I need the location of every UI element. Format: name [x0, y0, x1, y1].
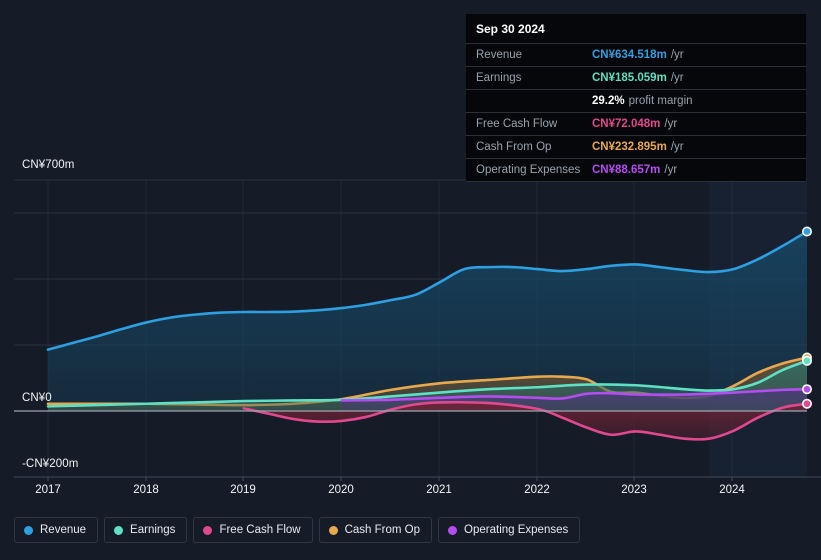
legend-item-label: Operating Expenses	[464, 524, 569, 536]
legend-item-revenue[interactable]: Revenue	[14, 517, 99, 543]
legend-item-label: Revenue	[40, 524, 87, 536]
x-axis-label: 2023	[621, 484, 647, 496]
tooltip-row-value: CN¥634.518m	[592, 49, 667, 61]
legend-item-label: Free Cash Flow	[219, 524, 301, 536]
endpoint-marker-revenue	[803, 228, 811, 235]
x-axis-label: 2021	[426, 484, 452, 496]
tooltip-row-unit: /yr	[664, 164, 678, 176]
legend-item-operating-expenses[interactable]: Operating Expenses	[438, 517, 581, 543]
tooltip-row: 29.2% profit margin	[466, 89, 806, 112]
tooltip-row-label: Earnings	[476, 72, 522, 84]
tooltip-row-unit: profit margin	[628, 95, 693, 107]
legend-item-free-cash-flow[interactable]: Free Cash Flow	[193, 517, 313, 543]
y-axis-label: CN¥0	[22, 392, 52, 404]
legend-color-dot	[328, 525, 338, 535]
data-tooltip: Sep 30 2024 Revenue CN¥634.518m/yr Earning…	[466, 14, 806, 182]
x-axis-label: 2018	[133, 484, 159, 496]
tooltip-row-value: CN¥72.048m	[592, 118, 661, 130]
tooltip-row-unit: /yr	[670, 141, 684, 153]
y-axis-label: CN¥700m	[22, 159, 75, 171]
legend-color-dot	[448, 525, 458, 535]
endpoint-marker-operating-expenses	[803, 385, 811, 393]
legend-color-dot	[24, 525, 33, 535]
tooltip-row-label: Free Cash Flow	[476, 118, 558, 130]
tooltip-row: Revenue CN¥634.518m/yr	[466, 43, 806, 66]
tooltip-row: Operating Expenses CN¥88.657m/yr	[466, 158, 806, 182]
y-axis-label: -CN¥200m	[22, 458, 79, 470]
tooltip-row-value: CN¥185.059m	[592, 72, 667, 84]
tooltip-row-unit: /yr	[664, 118, 678, 130]
x-axis-label: 2024	[719, 484, 745, 496]
endpoint-marker-earnings	[803, 357, 811, 365]
legend-item-cash-from-op[interactable]: Cash From Op	[318, 517, 433, 543]
x-axis-label: 2022	[524, 484, 550, 496]
tooltip-row: Free Cash Flow CN¥72.048m/yr	[466, 112, 806, 135]
financial-performance-chart: CN¥700m CN¥0 -CN¥200m 2017 2018 2019 2020 2021…	[0, 0, 821, 560]
x-axis-label: 2019	[230, 484, 256, 496]
tooltip-row-label: Revenue	[476, 49, 523, 61]
chart-legend[interactable]: Revenue Earnings Free Cash Flow Cash From O…	[14, 517, 581, 543]
tooltip-row: Earnings CN¥185.059m/yr	[466, 66, 806, 89]
tooltip-row-label: Cash From Op	[476, 141, 552, 153]
tooltip-date: Sep 30 2024	[476, 22, 545, 36]
tooltip-row-label: Operating Expenses	[476, 164, 581, 176]
tooltip-row-value: 29.2%	[592, 95, 625, 107]
legend-item-label: Earnings	[130, 524, 176, 536]
x-axis-label: 2020	[328, 484, 354, 496]
x-axis-label: 2017	[35, 484, 61, 496]
legend-color-dot	[114, 525, 124, 535]
tooltip-row-value: CN¥88.657m	[592, 164, 661, 176]
tooltip-row: Cash From Op CN¥232.895m/yr	[466, 135, 806, 158]
endpoint-marker-free-cash-flow	[803, 400, 811, 408]
tooltip-rows: Revenue CN¥634.518m/yr Earnings CN¥185.059m…	[466, 43, 806, 182]
legend-item-earnings[interactable]: Earnings	[104, 517, 188, 543]
legend-item-label: Cash From Op	[344, 524, 421, 536]
tooltip-row-unit: /yr	[670, 72, 684, 84]
legend-color-dot	[203, 525, 213, 535]
tooltip-row-unit: /yr	[670, 49, 684, 61]
tooltip-row-value: CN¥232.895m	[592, 141, 667, 153]
